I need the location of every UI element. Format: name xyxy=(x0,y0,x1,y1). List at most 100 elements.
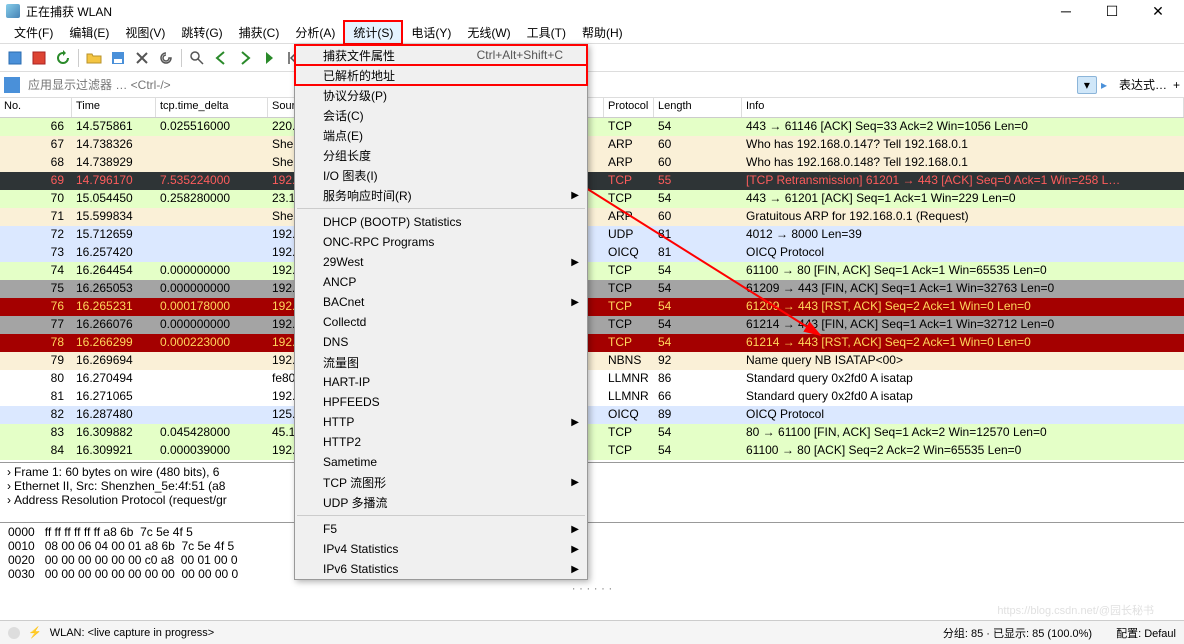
status-led-icon xyxy=(8,627,20,639)
status-left: WLAN: <live capture in progress> xyxy=(50,627,214,639)
menu-item[interactable]: HART-IP xyxy=(295,372,587,392)
minimize-button[interactable]: ─ xyxy=(1052,2,1080,20)
watermark: https://blog.csdn.net/@园长秘书 xyxy=(997,602,1154,618)
packet-row[interactable]: 8016.270494fe80:LLMNR86Standard query 0x… xyxy=(0,370,1184,388)
save-icon[interactable] xyxy=(107,47,129,69)
menu-item[interactable]: ONC-RPC Programs xyxy=(295,232,587,252)
header-time[interactable]: Time xyxy=(72,98,156,117)
menu-item[interactable]: F5▶ xyxy=(295,519,587,539)
close-file-icon[interactable] xyxy=(131,47,153,69)
add-button[interactable]: + xyxy=(1173,78,1180,92)
menu-item[interactable]: IPv6 Statistics▶ xyxy=(295,559,587,579)
packet-row[interactable]: 7816.2662990.000223000192.1TCP5461214 → … xyxy=(0,334,1184,352)
jump-icon[interactable] xyxy=(258,47,280,69)
menu-item[interactable]: Sametime xyxy=(295,452,587,472)
menu-item[interactable]: 会话(C) xyxy=(295,105,587,125)
expand-icon[interactable]: › xyxy=(4,493,14,507)
header-proto[interactable]: Protocol xyxy=(604,98,654,117)
menu-item[interactable]: 捕获文件属性Ctrl+Alt+Shift+C xyxy=(295,45,587,65)
packet-row[interactable]: 7416.2644540.000000000192.1TCP5461100 → … xyxy=(0,262,1184,280)
statusbar: ⚡ WLAN: <live capture in progress> 分组: 8… xyxy=(0,620,1184,644)
menu-item[interactable]: BACnet▶ xyxy=(295,292,587,312)
packet-row[interactable]: 7716.2660760.000000000192.1TCP5461214 → … xyxy=(0,316,1184,334)
menu-item[interactable]: 流量图 xyxy=(295,352,587,372)
menu-电话[interactable]: 电话(Y) xyxy=(403,22,459,43)
bookmark-icon[interactable] xyxy=(4,77,20,93)
menu-item[interactable]: 已解析的地址 xyxy=(295,65,587,85)
header-info[interactable]: Info xyxy=(742,98,1184,117)
header-no[interactable]: No. xyxy=(0,98,72,117)
menu-视图[interactable]: 视图(V) xyxy=(117,22,173,43)
menu-item[interactable]: I/O 图表(I) xyxy=(295,165,587,185)
menu-分析[interactable]: 分析(A) xyxy=(287,22,343,43)
menu-item[interactable]: TCP 流图形▶ xyxy=(295,472,587,492)
menu-item[interactable]: IPv4 Statistics▶ xyxy=(295,539,587,559)
packet-row[interactable]: 7616.2652310.000178000192.1TCP5461209 → … xyxy=(0,298,1184,316)
packet-row[interactable]: 7316.257420192.1OICQ81OICQ Protocol xyxy=(0,244,1184,262)
packet-row[interactable]: 7916.269694192.1NBNS92Name query NB ISAT… xyxy=(0,352,1184,370)
filter-dropdown-button[interactable]: ▾ xyxy=(1077,76,1097,94)
packet-row[interactable]: 8516.681447fe80:LLMNR86Standard query 0x… xyxy=(0,460,1184,462)
statistics-menu: 捕获文件属性Ctrl+Alt+Shift+C已解析的地址协议分级(P)会话(C)… xyxy=(294,44,588,580)
packet-row[interactable]: 8416.3099210.000039000192.1TCP5461100 → … xyxy=(0,442,1184,460)
find-icon[interactable] xyxy=(186,47,208,69)
maximize-button[interactable]: ☐ xyxy=(1098,2,1126,20)
header-delta[interactable]: tcp.time_delta xyxy=(156,98,268,117)
packet-row[interactable]: 8316.3098820.04542800045.12TCP5480 → 611… xyxy=(0,424,1184,442)
expand-icon[interactable]: › xyxy=(4,465,14,479)
packet-row[interactable]: 6914.7961707.535224000192.1TCP55[TCP Ret… xyxy=(0,172,1184,190)
menu-item[interactable]: 29West▶ xyxy=(295,252,587,272)
packet-row[interactable]: 8116.271065192.1LLMNR66Standard query 0x… xyxy=(0,388,1184,406)
next-icon[interactable] xyxy=(234,47,256,69)
expert-icon[interactable]: ⚡ xyxy=(28,626,42,639)
status-profile[interactable]: 配置: Defaul xyxy=(1116,625,1176,641)
prev-icon[interactable] xyxy=(210,47,232,69)
packet-row[interactable]: 6814.738929ShenzARP60Who has 192.168.0.1… xyxy=(0,154,1184,172)
menu-item[interactable]: DHCP (BOOTP) Statistics xyxy=(295,212,587,232)
packet-headers: No. Time tcp.time_delta Source Protocol … xyxy=(0,98,1184,118)
packet-row[interactable]: 6714.738326ShenzARP60Who has 192.168.0.1… xyxy=(0,136,1184,154)
packet-row[interactable]: 7516.2650530.000000000192.1TCP5461209 → … xyxy=(0,280,1184,298)
packet-row[interactable]: 6614.5758610.025516000220.1TCP54443 → 61… xyxy=(0,118,1184,136)
packet-list[interactable]: 6614.5758610.025516000220.1TCP54443 → 61… xyxy=(0,118,1184,462)
expand-icon[interactable]: › xyxy=(4,479,14,493)
menu-item[interactable]: DNS xyxy=(295,332,587,352)
stop-icon[interactable] xyxy=(28,47,50,69)
reload-icon[interactable] xyxy=(155,47,177,69)
menu-item[interactable]: HPFEEDS xyxy=(295,392,587,412)
packet-bytes[interactable]: 0000 ff ff ff ff ff ff a8 6b 7c 5e 4f 5 … xyxy=(0,522,1184,600)
menu-统计[interactable]: 统计(S) xyxy=(343,20,403,45)
menubar: 文件(F)编辑(E)视图(V)跳转(G)捕获(C)分析(A)统计(S)电话(Y)… xyxy=(0,22,1184,44)
menu-跳转[interactable]: 跳转(G) xyxy=(173,22,230,43)
menu-编辑[interactable]: 编辑(E) xyxy=(61,22,117,43)
restart-icon[interactable] xyxy=(52,47,74,69)
menu-工具[interactable]: 工具(T) xyxy=(519,22,574,43)
menu-item[interactable]: HTTP2 xyxy=(295,432,587,452)
packet-row[interactable]: 7115.599834ShenzARP60Gratuitous ARP for … xyxy=(0,208,1184,226)
capture-options-icon[interactable] xyxy=(4,47,26,69)
menu-文件[interactable]: 文件(F) xyxy=(6,22,61,43)
open-icon[interactable] xyxy=(83,47,105,69)
packet-row[interactable]: 8216.287480125.3OICQ89OICQ Protocol xyxy=(0,406,1184,424)
menu-item[interactable]: HTTP▶ xyxy=(295,412,587,432)
toolbar xyxy=(0,44,1184,72)
arrow-right-icon: ▸ xyxy=(1101,78,1107,92)
dots: · · · · · · xyxy=(8,581,1176,595)
packet-row[interactable]: 7215.712659192.1UDP814012 → 8000 Len=39 xyxy=(0,226,1184,244)
menu-无线[interactable]: 无线(W) xyxy=(459,22,518,43)
menu-item[interactable]: 分组长度 xyxy=(295,145,587,165)
menu-帮助[interactable]: 帮助(H) xyxy=(574,22,631,43)
close-button[interactable]: ✕ xyxy=(1144,2,1172,20)
menu-item[interactable]: 协议分级(P) xyxy=(295,85,587,105)
menu-item[interactable]: ANCP xyxy=(295,272,587,292)
expression-button[interactable]: 表达式… xyxy=(1113,76,1173,93)
status-packets: 分组: 85 · 已显示: 85 (100.0%) xyxy=(943,625,1092,641)
menu-item[interactable]: 端点(E) xyxy=(295,125,587,145)
packet-details[interactable]: ›Frame 1: 60 bytes on wire (480 bits), 6… xyxy=(0,462,1184,522)
menu-item[interactable]: UDP 多播流 xyxy=(295,492,587,512)
menu-item[interactable]: 服务响应时间(R)▶ xyxy=(295,185,587,205)
packet-row[interactable]: 7015.0544500.25828000023.1.TCP54443 → 61… xyxy=(0,190,1184,208)
header-len[interactable]: Length xyxy=(654,98,742,117)
menu-item[interactable]: Collectd xyxy=(295,312,587,332)
menu-捕获[interactable]: 捕获(C) xyxy=(231,22,288,43)
